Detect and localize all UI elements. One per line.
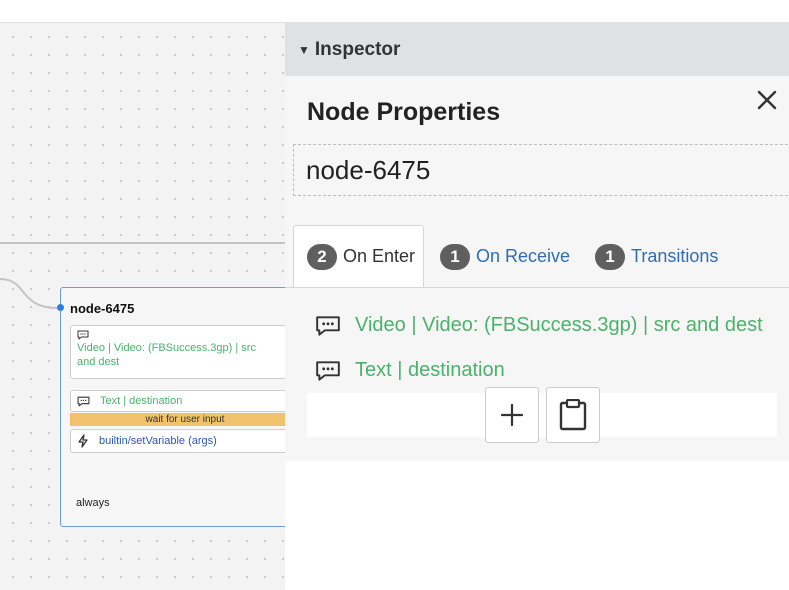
tabs-divider <box>285 287 789 288</box>
flow-node[interactable]: node-6475 Video | Video: (FBSuccess.3gp)… <box>57 287 285 527</box>
tab-on-enter[interactable]: 2 On Enter <box>293 225 424 288</box>
add-action-button[interactable] <box>485 387 539 443</box>
node-name-field[interactable]: node-6475 <box>293 144 789 196</box>
speech-bubble-icon <box>77 396 90 406</box>
node-title: node-6475 <box>70 301 135 316</box>
tab-on-receive[interactable]: 1 On Receive <box>440 225 570 288</box>
speech-bubble-icon <box>316 315 340 336</box>
tab-transitions[interactable]: 1 Transitions <box>595 225 718 288</box>
wait-for-input-bar: wait for user input <box>70 413 285 426</box>
node-item-video[interactable]: Video | Video: (FBSuccess.3gp) | src and… <box>70 325 285 379</box>
node-properties-title: Node Properties <box>307 98 501 126</box>
tab-label: On Enter <box>343 246 416 266</box>
lightning-icon <box>78 434 88 448</box>
speech-bubble-icon <box>77 330 89 340</box>
node-item-action[interactable]: builtin/setVariable (args) <box>70 429 285 453</box>
tab-count-badge: 1 <box>440 243 470 270</box>
action-button-strip <box>307 393 777 437</box>
plus-icon <box>500 403 524 427</box>
top-bar <box>0 0 789 23</box>
tab-count-badge: 2 <box>307 243 337 270</box>
node-item-text[interactable]: Text | destination <box>70 390 285 412</box>
node-item-label: Video | Video: (FBSuccess.3gp) | src and… <box>77 342 256 368</box>
node-input-handle[interactable] <box>57 304 64 311</box>
paste-action-button[interactable] <box>546 387 600 443</box>
node-action-label: builtin/setVariable (args) <box>99 435 217 447</box>
action-item-label: Text | destination <box>355 359 505 381</box>
tab-label: Transitions <box>631 246 719 266</box>
inspector-header[interactable]: ▼ Inspector <box>285 23 789 76</box>
action-item-label: Video | Video: (FBSuccess.3gp) | src and… <box>355 314 763 336</box>
node-properties: Node Properties node-6475 2 On Enter 1 O… <box>285 76 789 461</box>
clipboard-icon <box>559 399 587 431</box>
action-item-text[interactable]: Text | destination <box>315 359 505 382</box>
node-item-label: Text | destination <box>100 395 183 407</box>
tab-count-badge: 1 <box>595 243 625 270</box>
inspector-header-title: Inspector <box>314 38 401 60</box>
node-transition-label: always <box>76 497 110 509</box>
speech-bubble-icon <box>316 360 340 381</box>
inspector-panel: ▼ Inspector Node Properties node-6475 2 … <box>285 23 789 590</box>
tab-label: On Receive <box>476 246 571 266</box>
close-icon[interactable] <box>755 88 779 112</box>
caret-down-icon: ▼ <box>298 42 310 57</box>
action-item-video[interactable]: Video | Video: (FBSuccess.3gp) | src and… <box>315 314 763 337</box>
flow-canvas[interactable]: node-6475 Video | Video: (FBSuccess.3gp)… <box>0 23 285 590</box>
